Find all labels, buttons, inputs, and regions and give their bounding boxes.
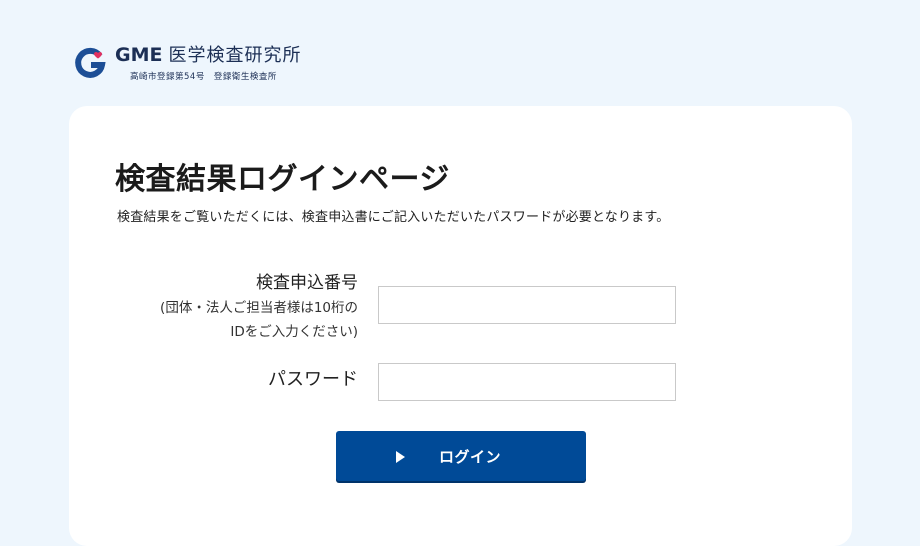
application-number-label: 検査申込番号 — [256, 273, 358, 293]
page-title: 検査結果ログインページ — [115, 162, 450, 197]
logo-brand: GME — [115, 44, 163, 66]
application-number-note-line1: (団体・法人ご担当者様は10桁の — [160, 300, 358, 316]
logo-name: 医学検査研究所 — [168, 45, 302, 66]
login-card: 検査結果ログインページ 検査結果をご覧いただくには、検査申込書にご記入いただいた… — [69, 106, 852, 546]
password-input[interactable] — [378, 363, 676, 401]
login-button-label: ログイン — [439, 448, 502, 466]
site-header: GME 医学検査研究所 高崎市登録第54号 登録衛生検査所 — [73, 44, 301, 84]
password-label: パスワード — [268, 369, 358, 390]
password-label-group: パスワード — [268, 368, 358, 392]
application-number-label-group: 検査申込番号 (団体・法人ご担当者様は10桁の IDをご入力ください) — [160, 270, 358, 344]
logo-registration: 高崎市登録第54号 登録衛生検査所 — [130, 72, 277, 82]
logo-text: GME 医学検査研究所 高崎市登録第54号 登録衛生検査所 — [115, 44, 302, 83]
play-icon — [396, 451, 405, 463]
gme-logo-icon — [73, 44, 109, 80]
login-button[interactable]: ログイン — [336, 431, 586, 481]
page-description: 検査結果をご覧いただくには、検査申込書にご記入いただいたパスワードが必要となりま… — [117, 210, 670, 225]
application-number-note-line2: IDをご入力ください) — [230, 324, 358, 340]
application-number-input[interactable] — [378, 286, 676, 324]
